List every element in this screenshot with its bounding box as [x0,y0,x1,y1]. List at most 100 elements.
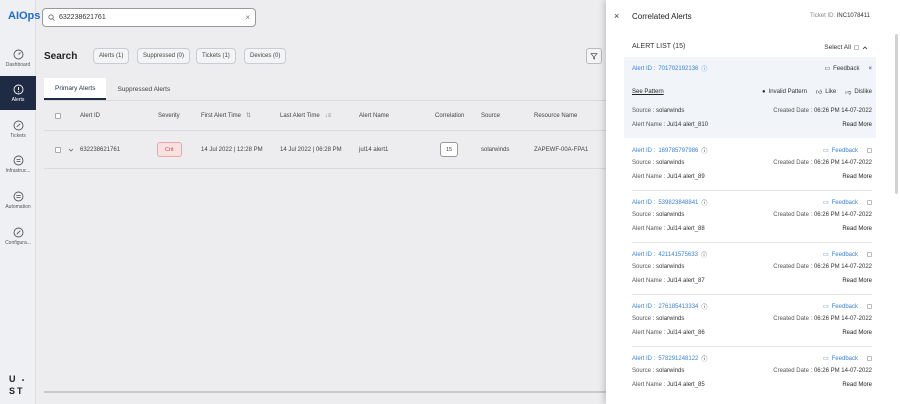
alert-card[interactable]: Alert ID :276185413334 ⓘ ▭ Feedback Source… [624,295,876,347]
alert-source: Source : solarwinds [632,160,685,166]
alert-card[interactable]: Alert ID :169785797986 ⓘ ▭ Feedback Source… [624,139,876,191]
col-correlation[interactable]: Correlation [435,113,464,119]
like-button[interactable]: 👍︎ Like [816,88,836,96]
alert-id-link[interactable]: Alert ID :421141575633 ⓘ [632,250,707,260]
nav-label: Dashboard [5,61,31,68]
see-pattern-link[interactable]: See Pattern [632,89,664,95]
left-nav: Dashboard Alerts Tickets Infrastruc... A… [0,0,36,404]
comment-icon: ▭ [822,148,829,154]
alert-name: Alert Name : Jul14 alert_86 [632,330,705,336]
alert-created: Created Date : 06:26 PM 14-07-2022 [773,368,872,374]
main-content: Search Alerts (1) Suppressed (0) Tickets… [36,34,606,404]
col-severity[interactable]: Severity [158,113,180,119]
chip-tickets[interactable]: Tickets (1) [196,48,236,64]
alert-created: Created Date : 06:26 PM 14-07-2022 [773,160,872,166]
cell-alert-id[interactable]: 632238621761 [80,147,120,153]
read-more-link[interactable]: Read More [842,278,872,284]
col-resource-name[interactable]: Resource Name [534,113,577,119]
alert-created: Created Date : 06:26 PM 14-07-2022 [773,212,872,218]
col-last-alert-time[interactable]: Last Alert Time ↓≡ [280,113,331,119]
tab-primary-alerts[interactable]: Primary Alerts [44,78,107,100]
page-title: Search [44,51,78,62]
close-feedback-icon[interactable]: × [868,66,872,72]
alert-name: Alert Name : Jul14 alert_89 [632,174,705,180]
nav-tickets[interactable]: Tickets [0,112,36,146]
alert-created: Created Date : 06:26 PM 14-07-2022 [773,316,872,322]
chip-suppressed[interactable]: Suppressed (0) [137,48,191,64]
alert-id-link[interactable]: Alert ID :169785797986 ⓘ [632,146,707,156]
alert-id-link[interactable]: Alert ID :539823848841 ⓘ [632,198,708,208]
panel-scrollbar[interactable] [895,34,898,194]
alert-checkbox[interactable] [867,148,872,153]
alert-source: Source : solarwinds [632,264,685,270]
col-first-alert-time[interactable]: First Alert Time ⇅ [201,112,251,120]
nav-dashboard[interactable]: Dashboard [0,41,36,75]
nav-alerts[interactable]: Alerts [0,76,36,110]
select-all-checkbox[interactable] [55,112,61,119]
chevron-up-icon[interactable] [862,45,868,51]
chip-alerts[interactable]: Alerts (1) [93,48,130,64]
correlation-badge[interactable]: 15 [440,142,458,157]
select-all[interactable]: Select All [824,44,868,51]
nav-label: Alerts [11,96,25,103]
read-more-link[interactable]: Read More [842,330,872,336]
feedback-button[interactable]: ▭ Feedback [823,303,872,310]
nav-configuration[interactable]: Configura... [0,219,36,253]
alert-id-link[interactable]: Alert ID :276185413334 ⓘ [632,302,707,312]
read-more-link[interactable]: Read More [842,226,872,232]
alert-id-link[interactable]: Alert ID :701702192136 ⓘ [632,64,707,74]
chip-devices[interactable]: Devices (0) [244,48,287,64]
cell-last-time: 14 Jul 2022 | 06:28 PM [280,146,342,153]
alert-checkbox[interactable] [867,200,872,205]
feedback-button[interactable]: ▭ Feedback [823,355,872,362]
search-icon [48,14,55,21]
nav-automation[interactable]: Automation [0,183,36,217]
close-panel-icon[interactable]: × [614,11,619,21]
col-alert-id[interactable]: Alert ID [80,113,100,119]
alert-id-link[interactable]: Alert ID :578291248122 ⓘ [632,354,707,364]
search-input[interactable] [59,14,242,21]
alert-checkbox[interactable] [867,356,872,361]
dislike-button[interactable]: 👎︎ Dislike [845,88,872,96]
info-icon: ⓘ [701,201,708,207]
alert-card[interactable]: Alert ID :421141575633 ⓘ ▭ Feedback Source… [624,243,876,295]
alert-name: Alert Name : Jul14 alert_87 [632,278,705,284]
brand-logo: AIOps [8,10,41,22]
invalid-pattern-button[interactable]: ● Invalid Pattern [762,88,807,96]
alert-list-header: ALERT LIST (15) [632,43,686,50]
thumbs-up-icon: 👍︎ [815,90,823,96]
read-more-link[interactable]: Read More [842,174,872,180]
col-source[interactable]: Source [481,113,500,119]
nav-label: Infrastruc... [5,167,31,174]
nav-infrastructure[interactable]: Infrastruc... [0,147,36,181]
alert-card[interactable]: Alert ID :701702192136 ⓘ ▭ Feedback × See P… [624,57,876,138]
read-more-link[interactable]: Read More [842,122,872,128]
alerts-table: Alert ID Severity First Alert Time ⇅ Last… [44,100,606,392]
info-filled-icon: ● [761,89,766,95]
info-icon: ⓘ [700,253,707,259]
alert-card[interactable]: Alert ID :539823848841 ⓘ ▭ Feedback Source… [624,191,876,243]
feedback-button[interactable]: ▭ Feedback × [824,65,872,73]
alert-source: Source : solarwinds [632,212,685,218]
gauge-icon [13,49,24,60]
row-checkbox[interactable] [55,146,61,153]
read-more-link[interactable]: Read More [842,382,872,388]
global-search[interactable]: × [42,8,256,27]
feedback-button[interactable]: ▭ Feedback [823,251,872,258]
horizontal-scrollbar[interactable] [44,391,606,393]
alert-checkbox[interactable] [867,252,872,257]
alert-name: Alert Name : Jul14 alert_810 [632,122,709,128]
feedback-button[interactable]: ▭ Feedback [823,199,872,206]
table-row[interactable]: 632238621761 Crit 14 Jul 2022 | 12:28 PM… [44,131,606,169]
feedback-button[interactable]: ▭ Feedback [823,147,872,154]
alert-card[interactable]: Alert ID :578291248122 ⓘ ▭ Feedback Source… [624,347,876,399]
expand-chevron-icon[interactable] [68,147,74,153]
filter-button[interactable] [586,48,602,64]
clear-search-icon[interactable]: × [245,13,250,22]
col-alert-name[interactable]: Alert Name [359,113,389,119]
server-icon [13,155,24,166]
tab-suppressed-alerts[interactable]: Suppressed Alerts [106,78,181,100]
company-logo: U • ST [9,374,27,396]
select-all-checkbox[interactable] [854,45,859,50]
alert-checkbox[interactable] [867,304,872,309]
